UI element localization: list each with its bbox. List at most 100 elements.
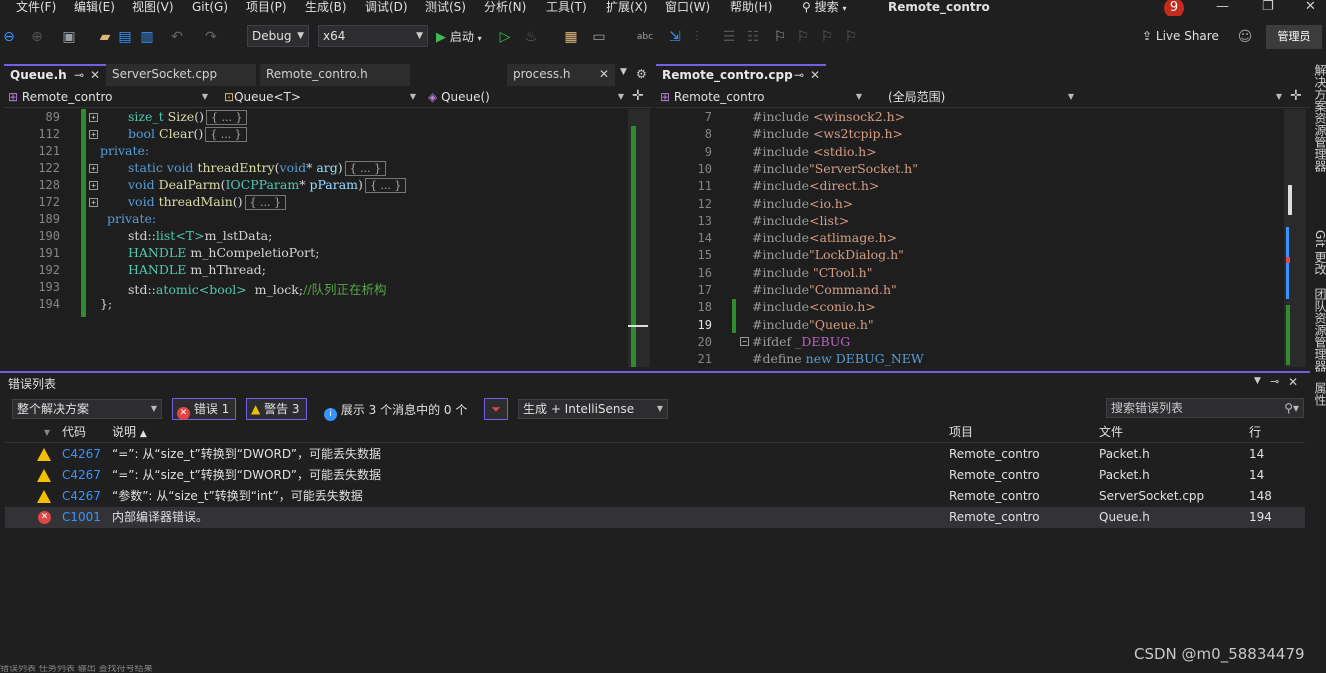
tab-process-h[interactable]: process.h ✕ xyxy=(507,64,615,86)
member-dropdown[interactable]: ◈ Queue() ▼ xyxy=(424,88,628,107)
uncomment-icon[interactable]: ☷ xyxy=(744,28,762,46)
right-code-editor[interactable]: 7 #include <winsock2.h> 8 #include <ws2tcpi… xyxy=(656,109,1306,367)
tab-serversocket-cpp[interactable]: ServerSocket.cpp xyxy=(106,64,256,86)
error-list-row[interactable]: C4267 “参数”: 从“size_t”转换到“int”，可能丢失数据 Remot… xyxy=(5,486,1305,507)
menu-build[interactable]: 生成(B) xyxy=(305,0,347,15)
scroll-thumb[interactable] xyxy=(628,325,648,327)
tab-remote-contro-cpp[interactable]: Remote_contro.cpp ⊸ ✕ xyxy=(656,64,826,86)
severity-column-header[interactable]: ▾ xyxy=(44,422,50,442)
menu-edit[interactable]: 编辑(E) xyxy=(74,0,115,15)
platform-dropdown[interactable]: x64 ▼ xyxy=(318,25,428,47)
error-list-row[interactable]: C4267 “=”: 从“size_t”转换到“DWORD”，可能丢失数据 Remo… xyxy=(5,465,1305,486)
live-share-button[interactable]: ⇪ Live Share xyxy=(1142,29,1219,43)
menu-project[interactable]: 项目(P) xyxy=(246,0,287,15)
expand-icon[interactable]: + xyxy=(89,113,98,122)
member-dropdown[interactable]: ▼ xyxy=(1080,88,1286,107)
menu-git[interactable]: Git(G) xyxy=(192,0,228,15)
tab-overflow-icon[interactable]: ▼ xyxy=(620,67,627,77)
hot-reload-icon[interactable]: ♨ xyxy=(522,28,540,46)
warnings-filter-button[interactable]: ▲ 警告 3 xyxy=(246,398,307,420)
source-dropdown[interactable]: 生成 + IntelliSense ▼ xyxy=(518,399,668,419)
layout-icon[interactable]: ▭ xyxy=(590,28,608,46)
expand-icon[interactable]: + xyxy=(89,198,98,207)
split-icon[interactable]: ✛ xyxy=(632,88,644,104)
project-dropdown[interactable]: ⊞ Remote_contro ▼ xyxy=(4,88,212,107)
search-menu[interactable]: ⚲ 搜索 ▾ xyxy=(802,0,846,16)
close-icon[interactable]: ✕ xyxy=(1288,375,1298,389)
pin-icon[interactable]: ⊸ xyxy=(1270,375,1279,388)
start-without-debug-icon[interactable]: ▷ xyxy=(496,28,514,46)
cell-code[interactable]: C4267 xyxy=(62,486,101,507)
undo-icon[interactable]: ↶ xyxy=(168,28,186,46)
scope-dropdown[interactable]: (全局范围) ▼ xyxy=(884,88,1078,107)
errors-filter-button[interactable]: ✕ 错误 1 xyxy=(172,398,237,420)
code-column-header[interactable]: 代码 xyxy=(62,422,86,442)
start-button[interactable]: ▶ 启动 ▾ xyxy=(436,28,482,45)
close-icon[interactable]: ✕ xyxy=(810,66,820,84)
save-all-icon[interactable]: ▥ xyxy=(138,28,156,46)
expand-icon[interactable]: + xyxy=(89,130,98,139)
menu-analyze[interactable]: 分析(N) xyxy=(484,0,526,15)
properties-tab[interactable]: 属性 xyxy=(1312,382,1326,406)
search-errors-input[interactable]: 搜索错误列表 ⚲▾ xyxy=(1106,398,1304,418)
menu-file[interactable]: 文件(F) xyxy=(16,0,56,15)
error-list-row[interactable]: C4267 “=”: 从“size_t”转换到“DWORD”，可能丢失数据 Remo… xyxy=(5,444,1305,465)
error-list-row[interactable]: ✕ C1001 内部编译器错误。 Remote_contro Queue.h 194 xyxy=(5,507,1305,528)
project-column-header[interactable]: 项目 xyxy=(949,422,973,442)
tab-queue-h[interactable]: Queue.h ⊸ ✕ xyxy=(4,64,106,86)
bottom-tool-tabs[interactable]: 错误列表 任务列表 输出 查找符号结果 xyxy=(0,665,1326,673)
project-dropdown[interactable]: ⊞ Remote_contro ▼ xyxy=(656,88,866,107)
menu-debug[interactable]: 调试(D) xyxy=(365,0,408,15)
close-icon[interactable]: ✕ xyxy=(599,64,609,85)
menu-extensions[interactable]: 扩展(X) xyxy=(606,0,648,15)
close-icon[interactable]: ✕ xyxy=(90,66,100,84)
menu-test[interactable]: 测试(S) xyxy=(425,0,466,15)
tab-remote-contro-h[interactable]: Remote_contro.h xyxy=(260,64,410,86)
scope-dropdown[interactable]: 整个解决方案 ▼ xyxy=(12,399,162,419)
save-icon[interactable]: ▤ xyxy=(116,28,134,46)
minimize-icon[interactable]: — xyxy=(1216,0,1229,14)
description-column-header[interactable]: 说明 ▲ xyxy=(112,422,147,442)
scope-dropdown[interactable]: ⊡Queue<T> ▼ xyxy=(220,88,420,107)
panel-dropdown-icon[interactable]: ▼ xyxy=(1254,376,1261,386)
bookmark-prev-icon[interactable]: ⚐ xyxy=(794,28,812,46)
split-icon[interactable]: ✛ xyxy=(1290,88,1302,104)
restore-icon[interactable]: ❐ xyxy=(1262,0,1274,14)
pin-icon[interactable]: ⊸ xyxy=(794,66,804,84)
folder-icon[interactable]: ▦ xyxy=(562,28,580,46)
format-icon[interactable]: ⫶ xyxy=(688,28,706,46)
line-column-header[interactable]: 行 xyxy=(1249,422,1261,442)
scroll-thumb[interactable] xyxy=(1288,185,1292,215)
menu-window[interactable]: 窗口(W) xyxy=(665,0,710,15)
comment-icon[interactable]: ☰ xyxy=(720,28,738,46)
back-icon[interactable]: ⊖ xyxy=(0,28,18,46)
filter-icon[interactable]: ⏷ xyxy=(484,398,508,420)
solution-explorer-tab[interactable]: 解决方案资源管理器 xyxy=(1312,64,1326,172)
cell-code[interactable]: C4267 xyxy=(62,465,101,486)
redo-icon[interactable]: ↷ xyxy=(202,28,220,46)
menu-tools[interactable]: 工具(T) xyxy=(546,0,587,15)
feedback-icon[interactable]: ☺ xyxy=(1236,28,1254,46)
bookmark-next-icon[interactable]: ⚐ xyxy=(818,28,836,46)
menu-view[interactable]: 视图(V) xyxy=(132,0,174,15)
team-explorer-tab[interactable]: 团队资源管理器 xyxy=(1312,288,1326,372)
cell-code[interactable]: C1001 xyxy=(62,507,101,528)
forward-icon[interactable]: ⊕ xyxy=(28,28,46,46)
pin-icon[interactable]: ⊸ xyxy=(74,66,84,84)
spellcheck-icon[interactable]: abc xyxy=(636,28,654,46)
bookmark-clear-icon[interactable]: ⚐ xyxy=(842,28,860,46)
expand-icon[interactable]: + xyxy=(89,164,98,173)
close-window-icon[interactable]: ✕ xyxy=(1305,0,1316,14)
git-changes-tab[interactable]: Git 更改 xyxy=(1312,230,1326,275)
left-code-editor[interactable]: 89 112 121 122 128 172 189 190 191 192 1… xyxy=(4,109,650,367)
messages-filter-button[interactable]: i 展示 3 个消息中的 0 个 xyxy=(324,401,467,421)
bookmark-icon[interactable]: ⚐ xyxy=(771,28,789,46)
menu-help[interactable]: 帮助(H) xyxy=(730,0,772,15)
cell-code[interactable]: C4267 xyxy=(62,444,101,465)
expand-icon[interactable]: + xyxy=(89,181,98,190)
open-folder-icon[interactable]: ▰ xyxy=(96,28,114,46)
file-column-header[interactable]: 文件 xyxy=(1099,422,1123,442)
new-project-icon[interactable]: ▣ xyxy=(60,28,78,46)
settings-icon[interactable]: ⚙ xyxy=(636,67,647,81)
config-dropdown[interactable]: Debug ▼ xyxy=(247,25,309,47)
